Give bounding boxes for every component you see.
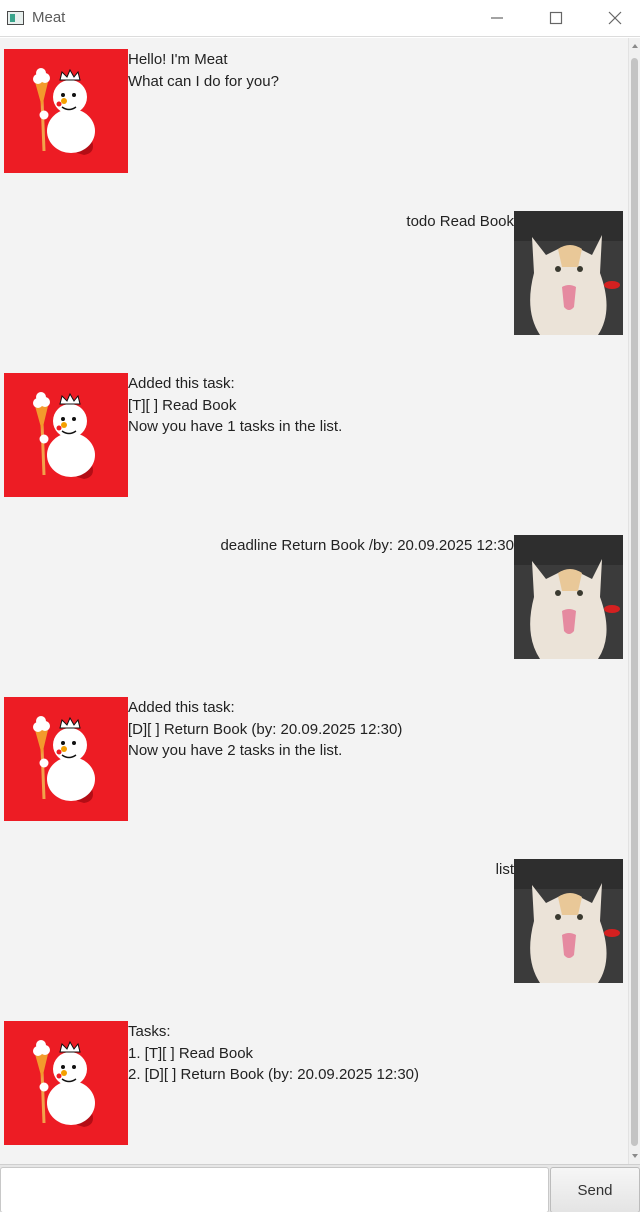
user-message: todo Read Book	[406, 213, 514, 230]
user-cat-avatar	[514, 211, 623, 335]
maximize-icon	[549, 11, 563, 25]
window-title: Meat	[32, 9, 66, 26]
cat-photo-icon	[514, 535, 623, 659]
minimize-button[interactable]	[474, 4, 520, 32]
cat-photo-icon	[514, 859, 623, 983]
snowman-mascot-icon	[4, 697, 128, 821]
bot-dialog: Added this task: [T][ ] Read Book Now yo…	[0, 373, 628, 497]
bot-message: Hello! I'm Meat What can I do for you?	[128, 51, 279, 90]
scroll-down-arrow-icon[interactable]	[632, 1154, 638, 1158]
user-dialog: list	[0, 859, 628, 983]
snowman-mascot-icon	[4, 49, 128, 173]
bot-dialog: Tasks: 1. [T][ ] Read Book 2. [D][ ] Ret…	[0, 1021, 628, 1145]
bot-message: Tasks: 1. [T][ ] Read Book 2. [D][ ] Ret…	[128, 1023, 420, 1083]
bot-message: Added this task: [D][ ] Return Book (by:…	[128, 699, 403, 759]
user-cat-avatar	[514, 535, 623, 659]
bot-avatar	[4, 49, 128, 173]
snowman-mascot-icon	[4, 373, 128, 497]
message-input[interactable]	[0, 1167, 549, 1212]
user-message: deadline Return Book /by: 20.09.2025 12:…	[220, 537, 514, 554]
user-message: list	[495, 861, 514, 878]
maximize-button[interactable]	[533, 4, 579, 32]
cat-photo-icon	[514, 211, 623, 335]
input-bar: Send	[0, 1164, 640, 1212]
send-button[interactable]: Send	[550, 1167, 640, 1212]
user-dialog: todo Read Book	[0, 211, 628, 335]
title-bar: Meat	[0, 0, 640, 37]
close-button[interactable]	[592, 4, 638, 32]
user-dialog: deadline Return Book /by: 20.09.2025 12:…	[0, 535, 628, 659]
bot-message: Added this task: [T][ ] Read Book Now yo…	[128, 375, 343, 435]
bot-dialog: Added this task: [D][ ] Return Book (by:…	[0, 697, 628, 821]
app-icon	[7, 11, 24, 25]
bot-avatar	[4, 697, 128, 821]
vertical-scrollbar[interactable]	[628, 38, 640, 1164]
bot-dialog: Hello! I'm Meat What can I do for you?	[0, 49, 628, 173]
close-icon	[608, 11, 622, 25]
minimize-icon	[491, 17, 503, 19]
bot-avatar	[4, 373, 128, 497]
bot-avatar	[4, 1021, 128, 1145]
user-cat-avatar	[514, 859, 623, 983]
scrollbar-thumb[interactable]	[631, 58, 638, 1146]
chat-scroll-pane[interactable]: Hello! I'm Meat What can I do for you? t…	[0, 38, 628, 1164]
snowman-mascot-icon	[4, 1021, 128, 1145]
scroll-up-arrow-icon[interactable]	[632, 44, 638, 48]
